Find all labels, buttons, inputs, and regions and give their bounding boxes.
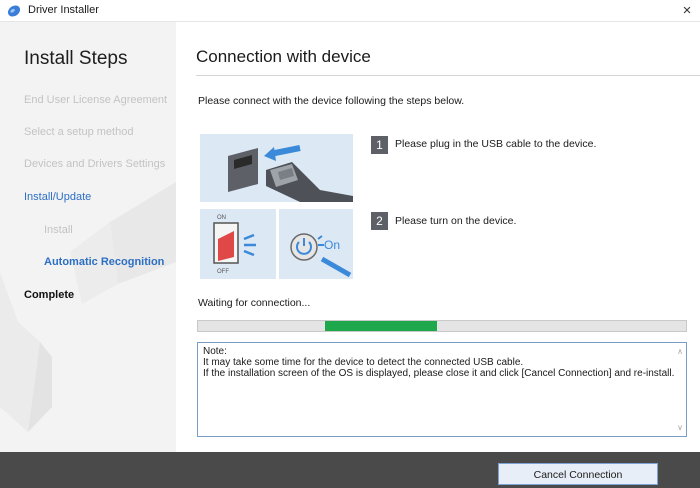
- instruction-number-2: 2: [371, 212, 388, 230]
- install-steps-sidebar: Install Steps End User License Agreement…: [0, 22, 176, 452]
- sidebar-arrow-decoration: [0, 182, 176, 432]
- title-divider: [196, 75, 700, 76]
- title-bar: Driver Installer ×: [0, 0, 700, 22]
- close-button[interactable]: ×: [674, 0, 700, 22]
- intro-text: Please connect with the device following…: [198, 95, 465, 107]
- note-line-1: It may take some time for the device to …: [203, 357, 524, 368]
- connection-progress-bar: [197, 320, 687, 332]
- note-line-2: If the installation screen of the OS is …: [203, 368, 675, 379]
- instruction-text-2: Please turn on the device.: [395, 215, 517, 227]
- note-heading: Note:: [203, 346, 227, 357]
- progress-fill: [324, 321, 438, 331]
- note-textbox[interactable]: Note: It may take some time for the devi…: [197, 342, 687, 437]
- instruction-number-1: 1: [371, 136, 388, 154]
- power-on-label: On: [324, 238, 340, 252]
- footer-bar: Cancel Connection: [0, 452, 700, 488]
- step-select-setup-method: Select a setup method: [24, 126, 134, 138]
- main-panel: Connection with device Please connect wi…: [176, 22, 700, 452]
- usb-plug-illustration: [200, 134, 353, 202]
- power-switch-illustration: ON OFF On: [200, 209, 353, 279]
- sidebar-heading: Install Steps: [24, 48, 128, 69]
- step-install: Install: [44, 224, 73, 236]
- window-title: Driver Installer: [28, 4, 99, 16]
- step-end-user-license-agreement: End User License Agreement: [24, 94, 168, 106]
- step-automatic-recognition: Automatic Recognition: [44, 256, 165, 268]
- switch-off-label: OFF: [217, 269, 229, 275]
- step-complete: Complete: [24, 289, 75, 301]
- instruction-text-1: Please plug in the USB cable to the devi…: [395, 138, 597, 150]
- connection-status: Waiting for connection...: [198, 297, 311, 309]
- cancel-connection-button[interactable]: Cancel Connection: [498, 463, 658, 485]
- step-devices-drivers-settings: Devices and Drivers Settings: [24, 158, 166, 170]
- page-title: Connection with device: [196, 47, 371, 66]
- installer-disc-icon: [7, 5, 21, 17]
- scroll-up-arrow-icon[interactable]: ∧: [677, 347, 683, 356]
- step-install-update: Install/Update: [24, 191, 92, 203]
- switch-on-label: ON: [217, 215, 226, 221]
- scroll-down-arrow-icon[interactable]: ∨: [677, 423, 683, 432]
